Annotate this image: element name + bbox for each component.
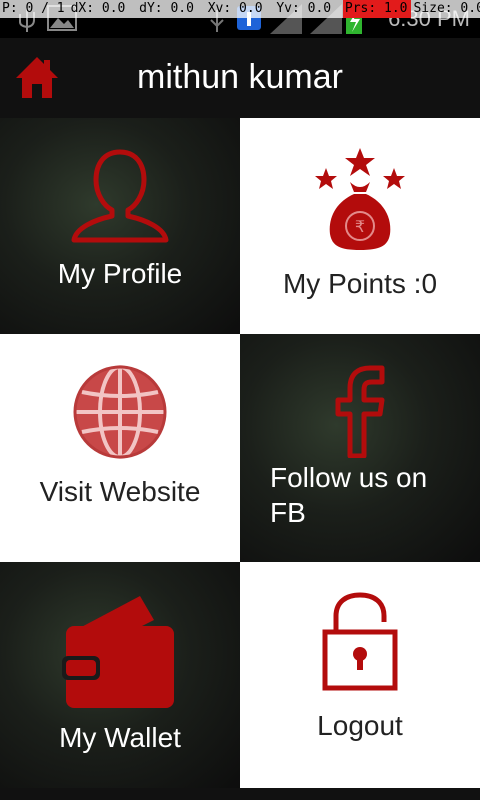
tile-follow-fb[interactable]: Follow us on FB bbox=[240, 334, 480, 562]
debug-xv: Xv: 0.0 bbox=[207, 1, 263, 16]
debug-prs: Prs: 1.0 bbox=[342, 0, 412, 18]
visit-website-label: Visit Website bbox=[39, 476, 201, 507]
status-bar: 6:30 PM P: 0 / 1 dX: 0.0 dY: 0.0 Xv: 0.0… bbox=[0, 0, 480, 38]
globe-icon bbox=[73, 365, 167, 459]
my-wallet-label: My Wallet bbox=[59, 722, 181, 753]
money-bag-stars-icon: ₹ bbox=[315, 148, 405, 250]
tile-logout[interactable]: Logout bbox=[240, 562, 480, 788]
svg-text:₹: ₹ bbox=[355, 217, 365, 236]
app-header: mithun kumar bbox=[0, 38, 480, 118]
debug-size: Size: 0.0 bbox=[413, 1, 480, 16]
debug-yv: Yv: 0.0 bbox=[276, 1, 332, 16]
pointer-debug-bar: P: 0 / 1 dX: 0.0 dY: 0.0 Xv: 0.0 Yv: 0.0… bbox=[0, 0, 480, 18]
follow-fb-label: Follow us on FB bbox=[270, 462, 428, 528]
my-points-label: My Points :0 bbox=[282, 268, 438, 299]
lock-icon bbox=[322, 592, 398, 691]
tile-my-profile[interactable]: My Profile bbox=[0, 118, 240, 334]
tile-my-points[interactable]: ₹ My Points :0 bbox=[240, 118, 480, 334]
my-profile-label: My Profile bbox=[57, 258, 183, 289]
menu-grid: My Profile ₹ My Points :0 Visit Website bbox=[0, 118, 480, 800]
user-name-title: mithun kumar bbox=[137, 58, 343, 96]
tile-my-wallet[interactable]: My Wallet bbox=[0, 562, 240, 788]
facebook-icon bbox=[335, 365, 385, 458]
debug-dy: dY: 0.0 bbox=[139, 1, 194, 16]
logout-label: Logout bbox=[317, 710, 403, 741]
tile-visit-website[interactable]: Visit Website bbox=[0, 334, 240, 562]
wallet-icon bbox=[62, 596, 174, 708]
debug-dx: dX: 0.0 bbox=[70, 1, 126, 16]
debug-p: P: 0 / 1 bbox=[2, 1, 65, 16]
profile-icon bbox=[71, 149, 169, 243]
